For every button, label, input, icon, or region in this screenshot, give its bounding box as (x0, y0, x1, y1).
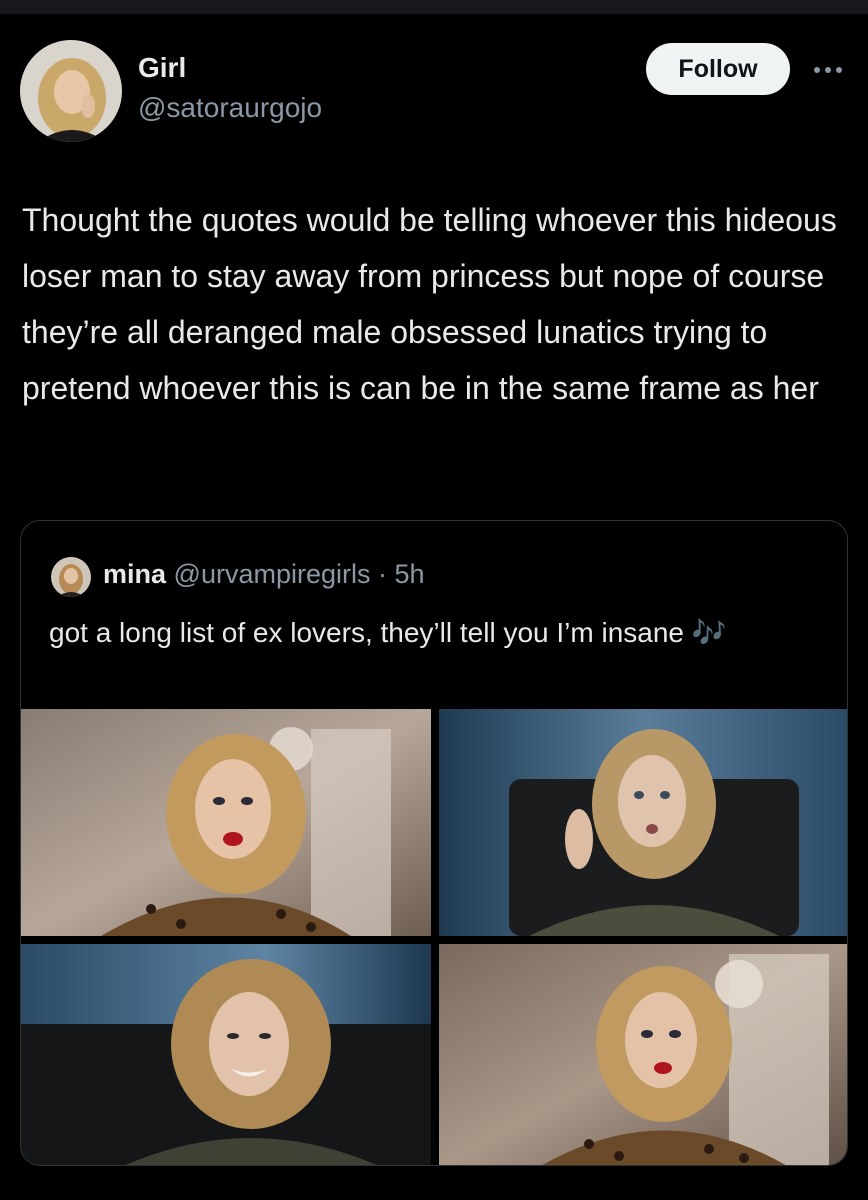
author-handle[interactable]: @satoraurgojo (138, 92, 322, 124)
media-image-2[interactable] (439, 709, 847, 936)
quote-author-avatar[interactable] (51, 557, 91, 597)
status-strip (0, 0, 868, 14)
author-avatar-image (20, 40, 122, 142)
media-grid (21, 709, 847, 1165)
media-image-4[interactable] (439, 944, 847, 1165)
quote-author-handle[interactable]: @urvampiregirls (174, 559, 371, 589)
media-image-1[interactable] (21, 709, 431, 936)
follow-button[interactable]: Follow (646, 43, 790, 95)
author-avatar[interactable] (20, 40, 122, 142)
quote-time[interactable]: 5h (395, 559, 425, 589)
quote-text: got a long list of ex lovers, they’ll te… (49, 617, 727, 648)
media-image-3[interactable] (21, 944, 431, 1165)
post-text: Thought the quotes would be telling whoe… (22, 202, 837, 406)
author-name[interactable]: Girl (138, 52, 186, 84)
quote-author-name[interactable]: mina (103, 559, 166, 589)
quoted-post[interactable]: mina @urvampiregirls · 5h got a long lis… (20, 520, 848, 1166)
quote-separator: · (370, 559, 395, 589)
quote-avatar-image (51, 557, 91, 597)
more-options-icon[interactable] (808, 50, 848, 90)
quote-header: mina @urvampiregirls · 5h (103, 559, 425, 590)
